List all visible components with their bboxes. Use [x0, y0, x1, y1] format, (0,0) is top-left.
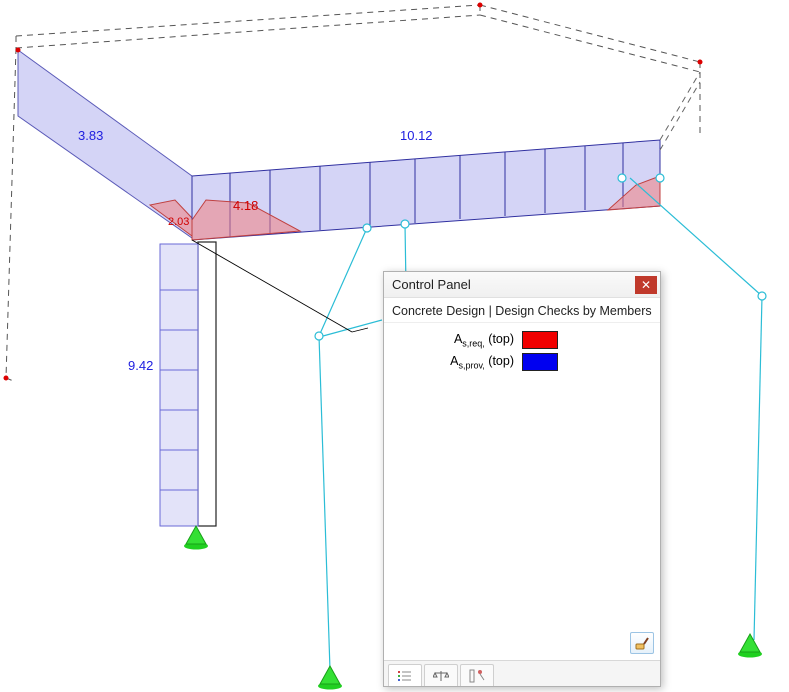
balance-icon	[433, 669, 449, 683]
tab-legend[interactable]	[388, 664, 422, 686]
legend-label-as-prov: As,prov, (top)	[392, 354, 522, 371]
legend-swatch-blue	[522, 353, 558, 371]
legend-label-as-req: As,req, (top)	[392, 332, 522, 349]
control-panel-subtitle: Concrete Design | Design Checks by Membe…	[384, 298, 660, 323]
tab-filter[interactable]	[460, 664, 494, 686]
legend-row-as-prov: As,prov, (top)	[392, 353, 652, 371]
control-panel-tabs	[384, 660, 660, 686]
legend-row-as-req: As,req, (top)	[392, 331, 652, 349]
panel-settings-button[interactable]	[630, 632, 654, 654]
filter-icon	[469, 669, 485, 683]
close-icon: ✕	[641, 279, 651, 291]
tab-scale[interactable]	[424, 664, 458, 686]
brush-icon	[635, 636, 649, 650]
control-panel-title: Control Panel	[392, 277, 635, 292]
legend-swatch-red	[522, 331, 558, 349]
control-panel-body: As,req, (top) As,prov, (top)	[384, 323, 660, 660]
close-button[interactable]: ✕	[635, 276, 657, 294]
control-panel-titlebar[interactable]: Control Panel ✕	[384, 272, 660, 298]
list-icon	[397, 669, 413, 683]
control-panel[interactable]: Control Panel ✕ Concrete Design | Design…	[383, 271, 661, 687]
